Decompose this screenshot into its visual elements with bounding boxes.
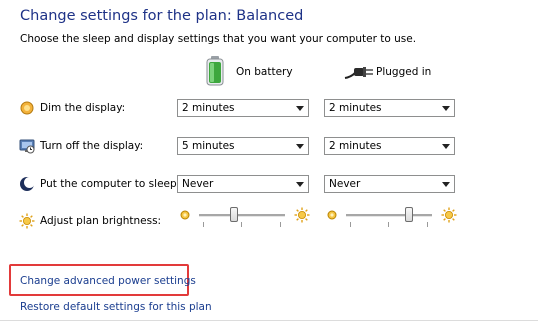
dim-display-battery-value: 2 minutes [182, 102, 235, 114]
divider [0, 320, 538, 321]
display-off-label: Turn off the display: [40, 140, 144, 152]
dim-display-battery-select[interactable]: 2 minutes [177, 99, 309, 117]
sleep-battery-value: Never [182, 178, 214, 190]
restore-defaults-link[interactable]: Restore default settings for this plan [20, 301, 212, 313]
advanced-power-settings-link[interactable]: Change advanced power settings [20, 275, 196, 287]
dim-display-label: Dim the display: [40, 102, 126, 114]
plugged-brightness-thumb[interactable] [405, 207, 413, 222]
sleep-battery-select[interactable]: Never [177, 175, 309, 193]
sleep-plugged-select[interactable]: Never [324, 175, 455, 193]
display-off-plugged-value: 2 minutes [329, 140, 382, 152]
chevron-down-icon [442, 182, 450, 187]
display-off-battery-value: 5 minutes [182, 140, 235, 152]
slider-tick [280, 222, 281, 227]
sleep-plugged-value: Never [329, 178, 361, 190]
battery-brightness-thumb[interactable] [230, 207, 238, 222]
brightness-high-icon [294, 207, 310, 223]
battery-icon [206, 56, 224, 86]
brightness-label: Adjust plan brightness: [40, 215, 162, 227]
plugged-in-label: Plugged in [376, 66, 432, 78]
brightness-sun-icon [19, 213, 35, 229]
slider-tick [241, 222, 242, 227]
slider-track [199, 214, 285, 217]
chevron-down-icon [296, 182, 304, 187]
slider-tick [427, 222, 428, 227]
chevron-down-icon [296, 106, 304, 111]
power-plug-icon [344, 67, 373, 79]
slider-tick [350, 222, 351, 227]
slider-tick [388, 222, 389, 227]
battery-brightness-slider[interactable] [199, 205, 285, 229]
page-title: Change settings for the plan: Balanced [20, 8, 304, 24]
display-off-plugged-select[interactable]: 2 minutes [324, 137, 455, 155]
dim-display-icon [20, 101, 34, 115]
slider-tick [203, 222, 204, 227]
slider-track [346, 214, 432, 217]
display-off-battery-select[interactable]: 5 minutes [177, 137, 309, 155]
display-off-icon [19, 139, 35, 154]
chevron-down-icon [442, 144, 450, 149]
plugged-brightness-slider[interactable] [346, 205, 432, 229]
brightness-low-icon [327, 210, 337, 220]
brightness-high-icon [441, 207, 457, 223]
brightness-low-icon [180, 210, 190, 220]
sleep-moon-icon [20, 177, 35, 191]
on-battery-label: On battery [236, 66, 293, 78]
chevron-down-icon [442, 106, 450, 111]
chevron-down-icon [296, 144, 304, 149]
dim-display-plugged-value: 2 minutes [329, 102, 382, 114]
sleep-label: Put the computer to sleep: [40, 178, 181, 190]
dim-display-plugged-select[interactable]: 2 minutes [324, 99, 455, 117]
page-subtitle: Choose the sleep and display settings th… [20, 33, 417, 45]
